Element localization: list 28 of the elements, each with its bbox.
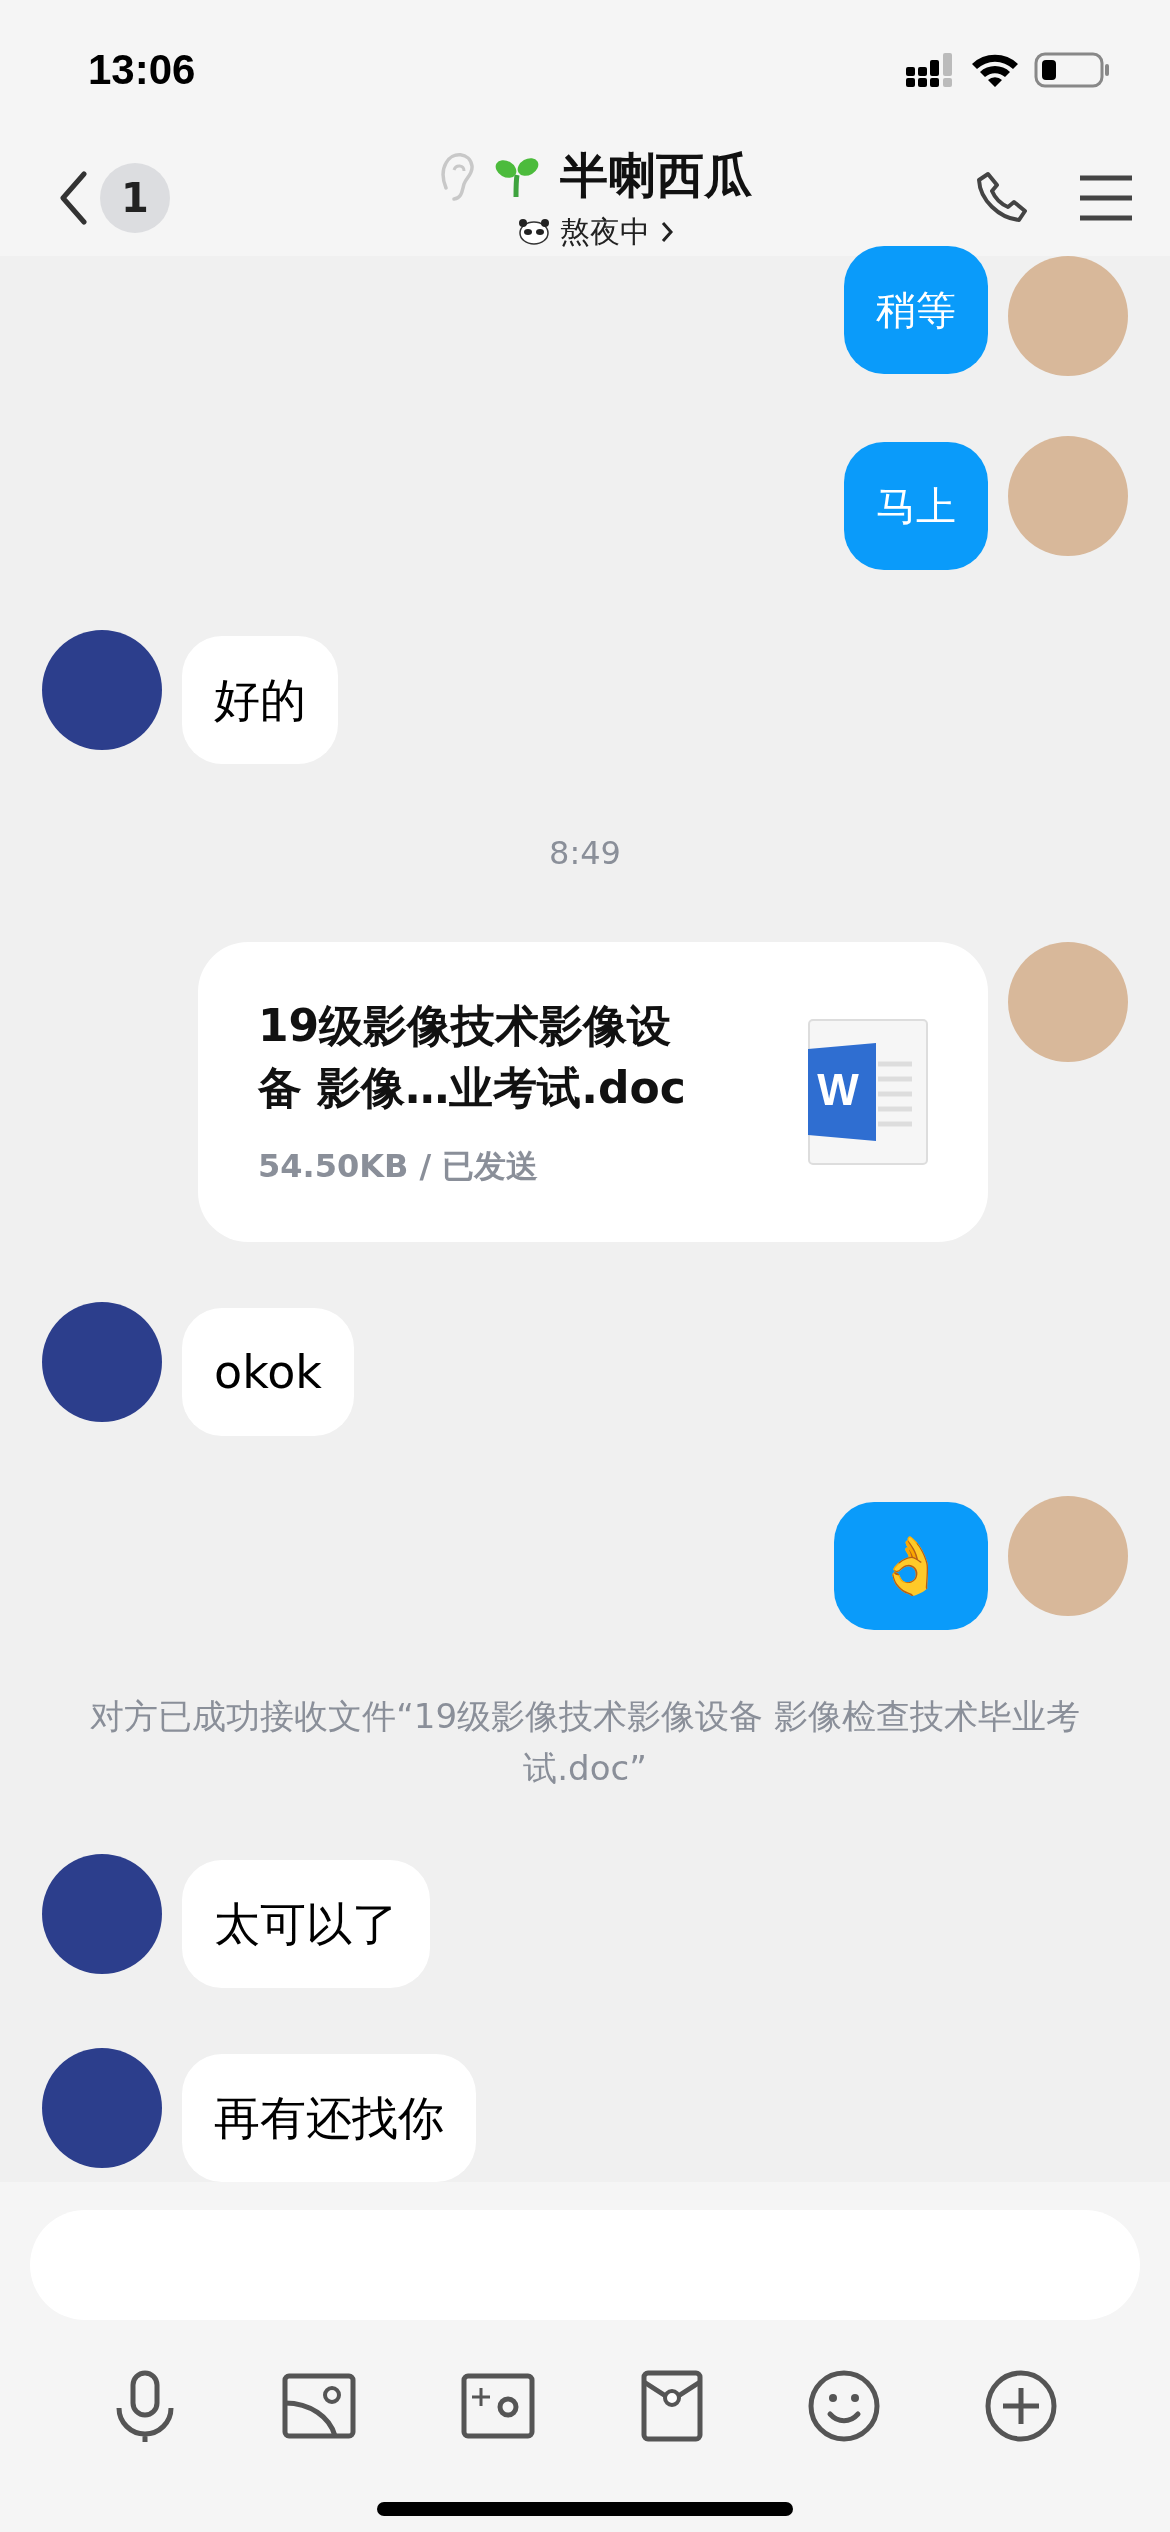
chat-title: 半喇西瓜 [560, 145, 752, 205]
file-meta: 54.50KB / 已发送 [258, 1146, 540, 1188]
wifi-icon [970, 52, 1020, 88]
smiley-icon[interactable] [807, 2370, 880, 2443]
status-time: 13:06 [88, 46, 196, 94]
battery-icon [1034, 52, 1110, 88]
message-bubble: okok [182, 1308, 354, 1437]
word-document-icon: W [808, 1019, 928, 1166]
message-bubble: 👌 [834, 1502, 988, 1631]
message-bubble: 太可以了 [182, 1860, 430, 1989]
unread-badge: 1 [100, 163, 170, 233]
back-icon[interactable] [58, 171, 88, 225]
panda-icon [518, 219, 550, 245]
envelope-icon[interactable] [640, 2370, 703, 2443]
add-icon[interactable] [985, 2370, 1058, 2443]
message-bubble: 好的 [182, 636, 338, 765]
system-notice: 对方已成功接收文件“19级影像技术影像设备 影像检查技术毕业考试.doc” [89, 1695, 1081, 1791]
file-message[interactable]: 19级影像技术影像设备 影像…业考试.doc 54.50KB / 已发送 W [198, 942, 988, 1243]
status-link[interactable]: 熬夜中 [518, 211, 674, 253]
image-icon[interactable] [282, 2373, 356, 2440]
message-bubble: 再有还找你 [182, 2054, 476, 2183]
message-bubble: 马上 [844, 442, 988, 571]
camera-icon[interactable] [461, 2373, 536, 2440]
message-bubble: 稍等 [844, 246, 988, 375]
file-name: 19级影像技术影像设备 影像…业考试.doc [258, 999, 687, 1116]
chevron-icon [660, 220, 674, 244]
menu-icon[interactable] [1078, 174, 1134, 222]
message-time: 8:49 [549, 834, 621, 873]
